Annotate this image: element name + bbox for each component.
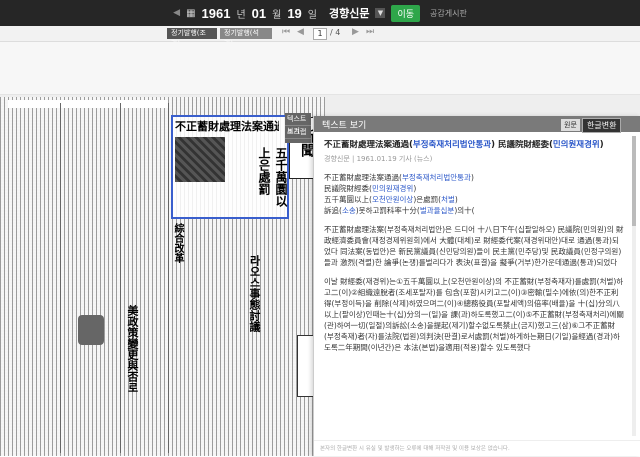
article-text: 不正蓄財處理法案通過(부정축재처리법안통과) 民議院財經委(민의원재경위) 경향… (324, 140, 624, 440)
panel-scrollbar[interactable] (632, 136, 636, 436)
heading-line: 民議院財經委(민의원재경위) (324, 184, 417, 193)
scrollbar-thumb[interactable] (632, 136, 636, 226)
text-view-tab[interactable]: 텍스트 보기 (285, 113, 311, 135)
column-rule (168, 103, 169, 453)
headline-vertical-2: 라오스事態討議 (248, 255, 261, 332)
hangul-convert-button[interactable]: 한글변환 (582, 118, 622, 133)
newspaper-select[interactable]: 경향신문 (329, 5, 369, 21)
page-total: / 4 (330, 28, 341, 37)
next-page-icon[interactable]: ▶ (352, 27, 359, 37)
year-unit: 년 (236, 9, 246, 21)
page-number-input[interactable]: 1 (313, 28, 327, 40)
first-page-icon[interactable]: ⏮ (282, 27, 290, 37)
article-vertical-headline: 五千萬圜以上은處罰 (257, 147, 288, 207)
month-value[interactable]: 01 (252, 6, 266, 21)
date-navigation-bar: ◀ ▦ 1961 년 01 월 19 일 경향신문 ▼ 이동 공감게시판 (0, 0, 640, 26)
tab-evening-edition[interactable]: 정기발행(석간) (220, 28, 272, 48)
text-view-panel: 텍스트 보기 원문 한글변환 不正蓄財處理法案通過(부정축재처리법안통과) 民議… (313, 116, 640, 456)
newspaper-header-strip (8, 100, 168, 108)
portrait-photo (78, 315, 104, 345)
headline-vertical-3: 美政策變更與否로 (126, 305, 139, 393)
original-text-button[interactable]: 원문 (561, 119, 580, 131)
scrap-tab[interactable]: 스크랩 (285, 126, 311, 139)
year-value[interactable]: 1961 (202, 6, 231, 21)
calendar-icon[interactable]: ▦ (186, 8, 195, 19)
column-rule (60, 103, 61, 453)
article-title: 不正蓄財處理法案通過(부정축재처리법안통과) 民議院財經委(민의원재경위) (324, 140, 604, 150)
panel-footer-note: 본자의 한글변환 시 유실 및 발생하는 오류에 대해 저작권 및 이용 보상은… (314, 440, 640, 457)
day-value[interactable]: 19 (287, 6, 301, 21)
board-link[interactable]: 공감게시판 (430, 8, 467, 19)
month-unit: 월 (272, 9, 282, 21)
day-unit: 일 (307, 9, 317, 21)
article-paragraph: 이날 財經委(재경위)는①五千萬圜以上(오천만원이상)의 不正蓄財(부정축재자)… (324, 277, 624, 352)
column-rule (120, 103, 121, 453)
prev-date-arrow-icon[interactable]: ◀ (173, 8, 180, 18)
last-page-icon[interactable]: ⏭ (366, 27, 374, 37)
article-photo (175, 137, 225, 182)
article-meta: 경향신문 | 1961.01.19 기사 (뉴스) (324, 155, 433, 163)
prev-page-icon[interactable]: ◀ (297, 27, 304, 37)
chevron-down-icon[interactable]: ▼ (375, 8, 386, 18)
panel-title: 텍스트 보기 (322, 121, 367, 131)
article-heading-lines: 不正蓄財處理法案通過(부정축재처리법안통과) 民議院財經委(민의원재경위) 五千… (324, 172, 624, 216)
edition-page-bar: 정기발행(조간) 정기발행(석간) ⏮ ◀ 1 / 4 ▶ ⏭ (0, 26, 640, 48)
heading-line: 不正蓄財處理法案通過(부정축재처리법안통과) (324, 173, 474, 182)
panel-header: 텍스트 보기 원문 한글변환 (314, 116, 640, 133)
selected-article-headline: 不正蓄財處理法案通過 (175, 120, 279, 133)
toolbar-spacer (0, 42, 640, 95)
heading-line: 五千萬圜以上(오천만원이상)은處罰(처벌) (324, 195, 458, 204)
article-paragraph: 不正蓄財處理法案(부정축재처리법안)은 드디어 十八日下午(십팔일하오) 民議院… (324, 225, 624, 267)
viewer-side-tabs: 텍스트 보기 스크랩 (285, 113, 311, 143)
tab-morning-edition[interactable]: 정기발행(조간) (167, 28, 217, 48)
heading-line: 訴追(소송)못하고罰科率十分(벌과율십분)의十( (324, 206, 475, 215)
go-button[interactable]: 이동 (391, 4, 421, 22)
headline-vertical: 綜合改革 (172, 223, 183, 263)
